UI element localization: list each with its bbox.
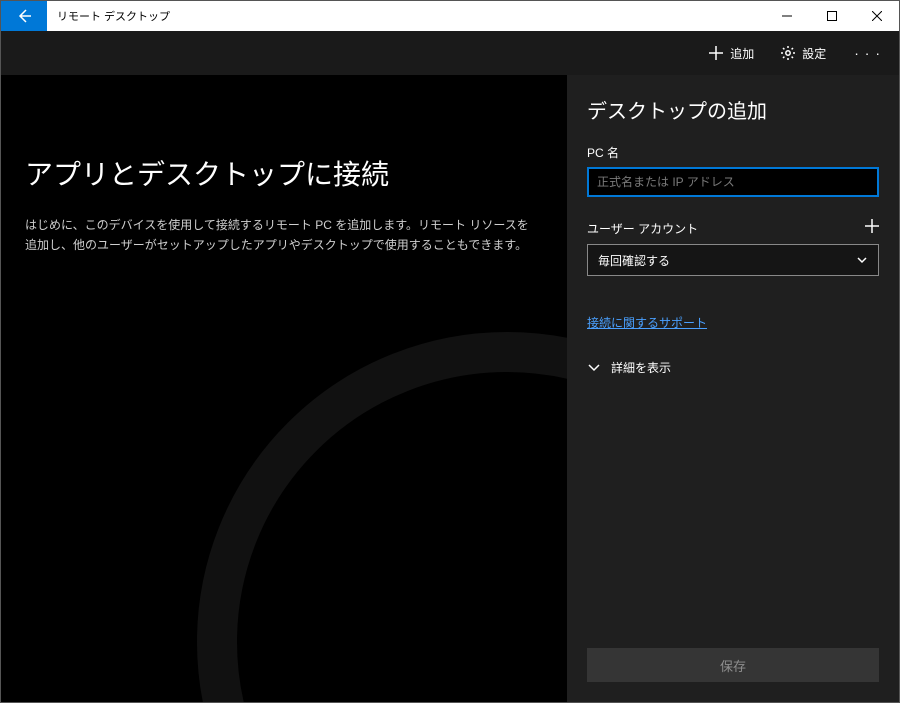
pc-name-input[interactable] (587, 167, 879, 197)
support-link[interactable]: 接続に関するサポート (587, 314, 879, 331)
minimize-icon (782, 11, 792, 21)
app-window: リモート デスクトップ 追加 設定 · · · アプリとデスクトップに接続 (0, 0, 900, 703)
command-bar: 追加 設定 · · · (1, 31, 899, 75)
save-button[interactable]: 保存 (587, 648, 879, 682)
main-desc-line1: はじめに、このデバイスを使用して接続するリモート PC を追加します。リモート … (25, 218, 529, 232)
app-body: アプリとデスクトップに接続 はじめに、このデバイスを使用して接続するリモート P… (1, 75, 899, 702)
more-icon: · · · (854, 45, 881, 61)
main-description: はじめに、このデバイスを使用して接続するリモート PC を追加します。リモート … (25, 215, 543, 256)
gear-icon (780, 45, 796, 61)
panel-title: デスクトップの追加 (587, 95, 879, 124)
panel-spacer (587, 376, 879, 648)
add-account-button[interactable] (865, 219, 879, 238)
minimize-button[interactable] (764, 1, 809, 31)
main-area: アプリとデスクトップに接続 はじめに、このデバイスを使用して接続するリモート P… (1, 75, 567, 702)
pc-name-label: PC 名 (587, 144, 879, 161)
arrow-left-icon (16, 8, 32, 24)
main-heading: アプリとデスクトップに接続 (25, 153, 543, 193)
user-account-label: ユーザー アカウント (587, 220, 698, 237)
maximize-button[interactable] (809, 1, 854, 31)
add-button[interactable]: 追加 (698, 39, 764, 68)
save-label: 保存 (720, 656, 746, 675)
user-account-row: ユーザー アカウント (587, 219, 879, 238)
title-bar: リモート デスクトップ (1, 1, 899, 31)
title-spacer (180, 1, 764, 31)
settings-label: 設定 (802, 45, 826, 62)
main-desc-line2: 追加し、他のユーザーがセットアップしたアプリやデスクトップで使用することもできま… (25, 238, 527, 252)
close-button[interactable] (854, 1, 899, 31)
plus-icon (865, 219, 879, 233)
user-account-select[interactable]: 毎回確認する (587, 244, 879, 276)
back-button[interactable] (1, 1, 47, 31)
show-details-toggle[interactable]: 詳細を表示 (587, 359, 879, 376)
maximize-icon (827, 11, 837, 21)
background-circle (197, 332, 567, 702)
close-icon (872, 11, 882, 21)
add-desktop-panel: デスクトップの追加 PC 名 ユーザー アカウント 毎回確認する 接続に関するサ… (567, 75, 899, 702)
show-details-label: 詳細を表示 (611, 359, 671, 376)
plus-icon (708, 45, 724, 61)
user-account-value: 毎回確認する (598, 252, 670, 269)
add-label: 追加 (730, 45, 754, 62)
window-title: リモート デスクトップ (47, 1, 180, 31)
chevron-down-icon (856, 254, 868, 266)
chevron-down-icon (587, 361, 601, 375)
settings-button[interactable]: 設定 (770, 39, 836, 68)
more-button[interactable]: · · · (842, 39, 893, 67)
